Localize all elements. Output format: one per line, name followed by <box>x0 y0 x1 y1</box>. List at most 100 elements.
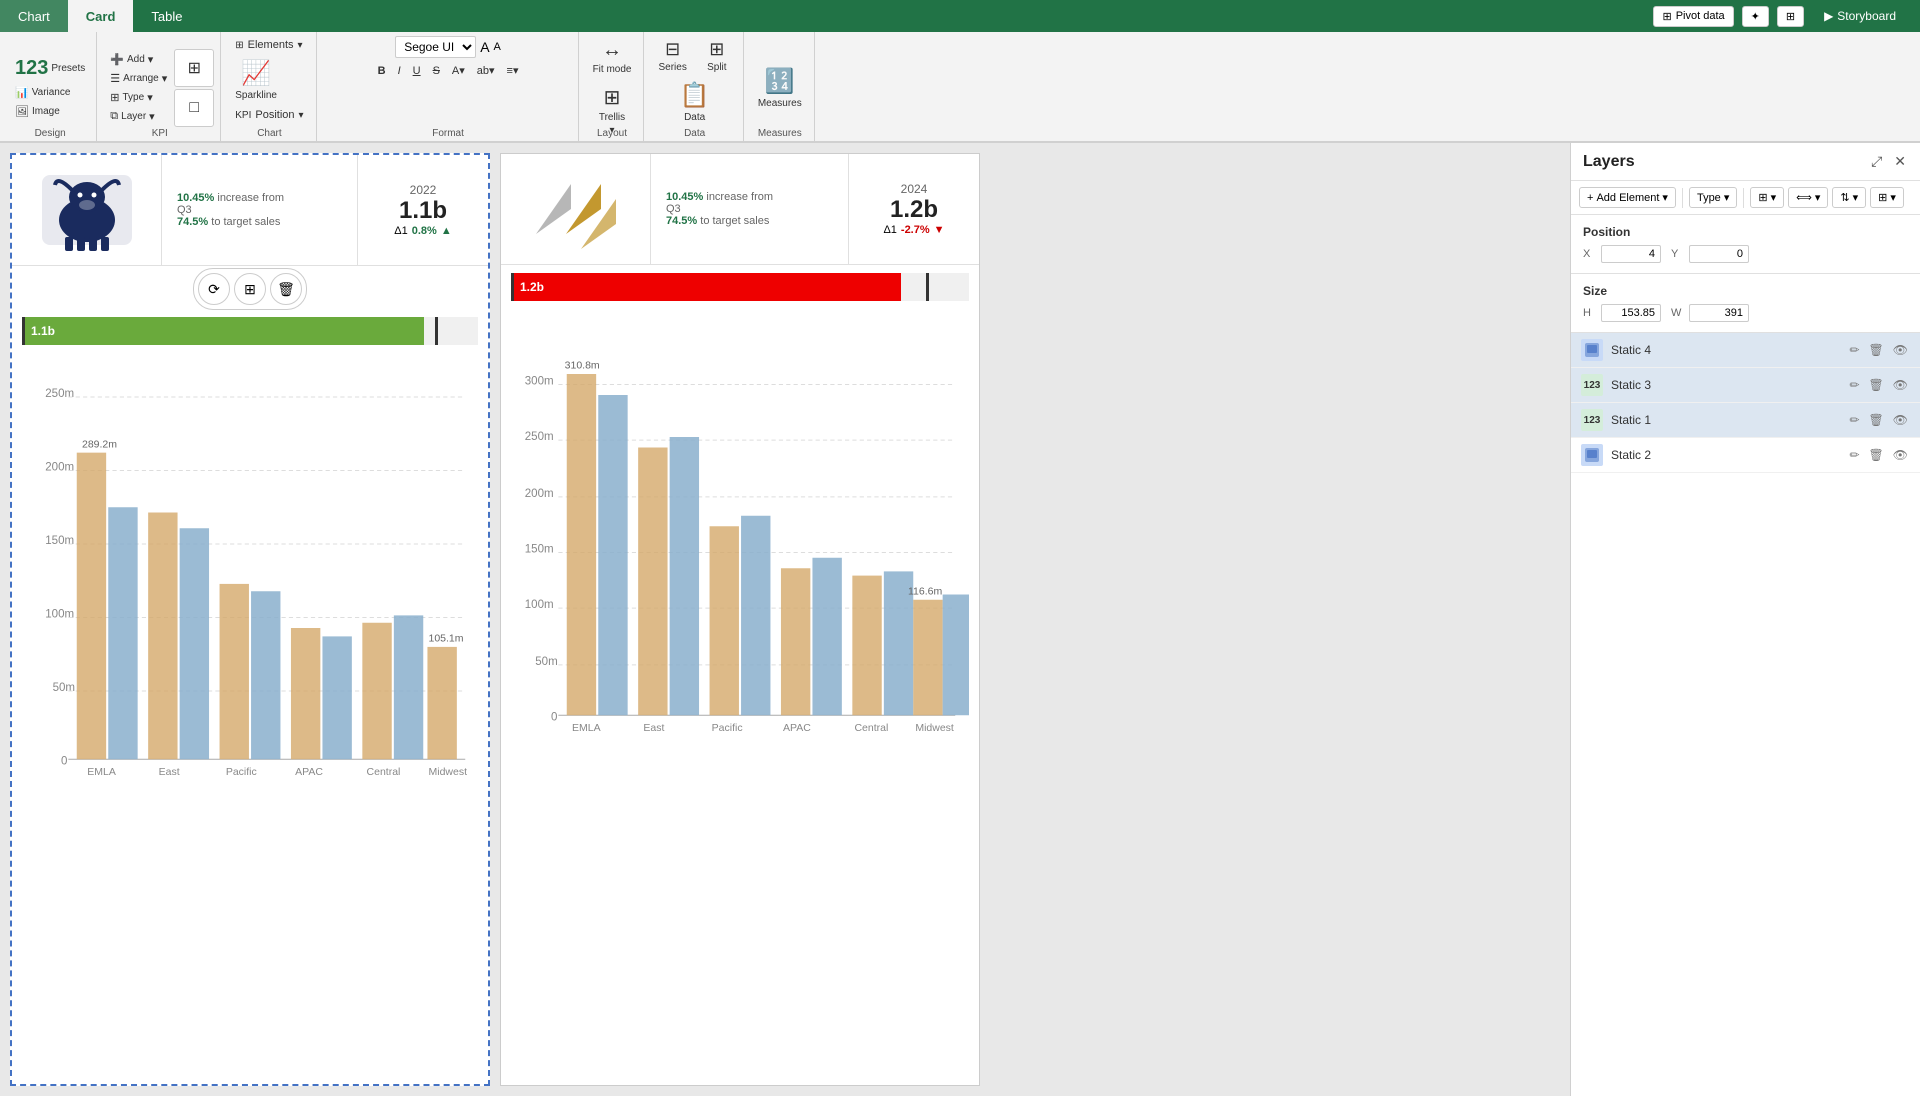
panel-expand-button[interactable]: ⤢ <box>1869 151 1884 172</box>
design-group: 123 Presets 📊 Variance 🖼 Image Design <box>4 32 97 141</box>
fit-mode-button[interactable]: ↔ Fit mode <box>587 36 638 78</box>
layer-item-static4[interactable]: Static 4 ✏ 🗑 👁 <box>1571 333 1920 368</box>
fontcolor-button[interactable]: A▾ <box>447 62 470 79</box>
storyboard-button[interactable]: ▶ Storyboard <box>1812 5 1908 27</box>
company-logo-2-svg <box>526 164 626 254</box>
series-button[interactable]: ⊟ Series <box>652 36 692 76</box>
elements-button[interactable]: ⊞ Elements ▾ <box>229 36 308 54</box>
position-icon: KPI <box>235 110 251 121</box>
layout-align-icon: ⊞ <box>1758 191 1767 204</box>
progress-marker-2 <box>926 273 929 301</box>
rotate-button[interactable]: ⟳ <box>198 273 230 305</box>
layer-edit-static3[interactable]: ✏ <box>1847 376 1861 394</box>
layer-visibility-static3[interactable]: 👁 <box>1891 376 1910 394</box>
layout-align-button[interactable]: ⊞ ▾ <box>1750 187 1784 208</box>
card-logo-1 <box>12 155 162 265</box>
duplicate-button[interactable]: ⊞ <box>234 273 266 305</box>
layer-item-static1[interactable]: 123 Static 1 ✏ 🗑 👁 <box>1571 403 1920 438</box>
layer-name-static1: Static 1 <box>1611 413 1839 427</box>
measures-button[interactable]: 🔢 Measures <box>752 64 808 112</box>
floating-toolbar: ⟳ ⊞ 🗑 <box>193 268 307 310</box>
type-button[interactable]: ⊞ Type ▾ <box>105 89 172 106</box>
grid-view-button[interactable]: ⊞ <box>174 49 214 87</box>
layer-delete-static3[interactable]: 🗑 <box>1867 376 1886 394</box>
data-icon: 📋 <box>680 81 710 110</box>
align-vert-button[interactable]: ⇅ ▾ <box>1832 187 1866 208</box>
tab-chart[interactable]: Chart <box>0 0 68 32</box>
layer-icon: ⧉ <box>110 110 118 123</box>
highlight-button[interactable]: ab▾ <box>472 62 500 79</box>
add-button[interactable]: ➕ Add ▾ <box>105 51 172 68</box>
tab-table[interactable]: Table <box>133 0 200 32</box>
font-select[interactable]: Segoe UI <box>395 36 476 58</box>
layer-visibility-static2[interactable]: 👁 <box>1891 446 1910 464</box>
underline-button[interactable]: U <box>408 63 426 79</box>
layer-visibility-static1[interactable]: 👁 <box>1891 411 1910 429</box>
layer-delete-static2[interactable]: 🗑 <box>1867 446 1886 464</box>
svg-text:150m: 150m <box>525 544 554 556</box>
strikethrough-button[interactable]: S <box>428 63 445 79</box>
layer-img2-icon <box>1584 447 1600 463</box>
grid-button[interactable]: ⊞ <box>1777 6 1804 27</box>
x-input[interactable] <box>1601 245 1661 263</box>
tab-card[interactable]: Card <box>68 0 134 32</box>
ribbon-tabs: Chart Card Table ⊞ Pivot data ✦ ⊞ ▶ Stor… <box>0 0 1920 32</box>
h-input[interactable] <box>1601 304 1661 322</box>
font-size-a-small: A <box>494 41 501 53</box>
layer-button[interactable]: ⧉ Layer ▾ <box>105 108 172 125</box>
size-label: Size <box>1583 284 1908 298</box>
bold-button[interactable]: B <box>373 63 391 79</box>
svg-text:289.2m: 289.2m <box>82 438 117 450</box>
svg-text:200m: 200m <box>45 462 74 474</box>
delete-button[interactable]: 🗑 <box>270 273 302 305</box>
data-button[interactable]: 📋 Data <box>674 78 716 126</box>
image-icon: 🖼 <box>15 105 29 118</box>
card-1[interactable]: 10.45% increase from Q3 74.5% to target … <box>10 153 490 1086</box>
layer-edit-static1[interactable]: ✏ <box>1847 411 1861 429</box>
layer-edit-static4[interactable]: ✏ <box>1847 341 1861 359</box>
svg-text:APAC: APAC <box>783 722 811 731</box>
layer-delete-static4[interactable]: 🗑 <box>1867 341 1886 359</box>
layer-edit-static2[interactable]: ✏ <box>1847 446 1861 464</box>
layer-icon-static2 <box>1581 444 1603 466</box>
w-input[interactable] <box>1689 304 1749 322</box>
sparkline-button[interactable]: 📈 Sparkline <box>229 56 283 104</box>
y-input[interactable] <box>1689 245 1749 263</box>
svg-text:50m: 50m <box>535 656 557 668</box>
distribute-button[interactable]: ⟺ ▾ <box>1788 187 1828 208</box>
storyboard-icon: ▶ <box>1824 9 1833 23</box>
grid-icon: ⊞ <box>1786 10 1795 23</box>
layer-item-static3[interactable]: 123 Static 3 ✏ 🗑 👁 <box>1571 368 1920 403</box>
position-button[interactable]: KPI Position ▾ <box>229 106 309 124</box>
layer-img-icon <box>1584 342 1600 358</box>
layer-delete-static1[interactable]: 🗑 <box>1867 411 1886 429</box>
arrange-button[interactable]: ☰ Arrange ▾ <box>105 70 172 87</box>
italic-button[interactable]: I <box>393 63 406 79</box>
more-button[interactable]: ⊞ ▾ <box>1870 187 1904 208</box>
split-button[interactable]: ⊞ Split <box>697 36 737 76</box>
add-element-button[interactable]: + Add Element ▾ <box>1579 187 1676 208</box>
square-button[interactable]: □ <box>174 89 214 127</box>
svg-text:Central: Central <box>854 722 888 731</box>
presets-button[interactable]: 123 Presets <box>10 55 90 82</box>
card-2[interactable]: 10.45% increase from Q3 74.5% to target … <box>500 153 980 1086</box>
svg-text:Pacific: Pacific <box>226 766 257 775</box>
pivot-data-button[interactable]: ⊞ Pivot data <box>1653 6 1733 27</box>
layer-item-static2[interactable]: Static 2 ✏ 🗑 👁 <box>1571 438 1920 473</box>
svg-text:200m: 200m <box>525 488 554 500</box>
image-button[interactable]: 🖼 Image <box>10 103 90 120</box>
chart-area-2: 0 50m 100m 150m 200m 250m 300m <box>501 306 979 1085</box>
panel-close-button[interactable]: ✕ <box>1892 151 1908 172</box>
svg-text:310.8m: 310.8m <box>565 360 600 372</box>
type-panel-button[interactable]: Type ▾ <box>1689 187 1737 208</box>
card-kpi-text-1: 10.45% increase from Q3 74.5% to target … <box>162 155 358 265</box>
wand-button[interactable]: ✦ <box>1742 6 1769 27</box>
variance-icon: 📊 <box>15 86 29 99</box>
align-vert-icon: ⇅ <box>1840 191 1849 204</box>
variance-button[interactable]: 📊 Variance <box>10 84 90 101</box>
svg-text:Pacific: Pacific <box>712 722 743 731</box>
align-button[interactable]: ≡▾ <box>502 62 524 79</box>
layer-visibility-static4[interactable]: 👁 <box>1891 341 1910 359</box>
layers-list: Static 4 ✏ 🗑 👁 123 Static 3 ✏ 🗑 👁 <box>1571 333 1920 1096</box>
progress-fill-1: 1.1b <box>25 317 424 345</box>
